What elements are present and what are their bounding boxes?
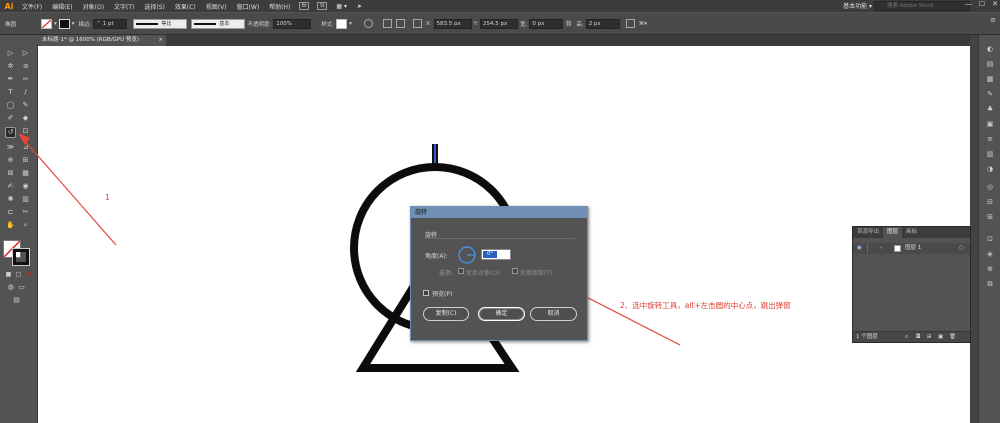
gradient-panel-icon[interactable]: ▥ (986, 150, 994, 158)
graphic-styles-icon[interactable]: ▣ (986, 120, 994, 128)
copy-button[interactable]: 复制(C) (423, 307, 469, 321)
align-panel-icon[interactable]: ⊟ (986, 198, 994, 206)
appearance-icon[interactable]: ◎ (986, 183, 994, 191)
target-icon[interactable]: ○ (959, 243, 964, 254)
symbols-icon[interactable]: ♣ (986, 105, 994, 113)
transform-objects-checkbox[interactable] (458, 268, 464, 274)
annotation-step-2: 2、选中旋转工具，alt+左击圆的中心点，跳出弹窗 (620, 301, 791, 310)
new-layer-icon[interactable]: ▣ (938, 332, 943, 343)
cancel-button[interactable]: 取消 (530, 307, 577, 321)
color-panel-icon[interactable]: ◐ (986, 45, 994, 53)
transparency-icon[interactable]: ◑ (986, 165, 994, 173)
preview-label: 预览(P) (432, 291, 453, 298)
ok-button[interactable]: 确定 (478, 307, 525, 321)
dialog-title[interactable]: 旋转 (411, 207, 587, 218)
panel-dock-divider (970, 35, 978, 423)
rotate-dialog: 旋转 旋转 角度(A): 0° 选项: 变换对象(O) 变换图案(T) 预览(P… (410, 206, 588, 341)
layers-panel-footer: 1 个图层 ⌕ ◘ ⊞ ▣ 🗑 (853, 331, 970, 342)
layer-color-bar (867, 244, 868, 253)
layers-panel: 资源导出 图层 画板 ◉ › 图层 1 ○ 1 个图层 ⌕ ◘ ⊞ ▣ 🗑 (852, 226, 971, 343)
annotation-step-1: 1 (105, 193, 110, 202)
guide-icon[interactable]: ▤ (986, 60, 994, 68)
right-panel-dock: ◐ ▤ ▦ ✎ ♣ ▣ ≡ ▥ ◑ ◎ ⊟ ⊞ ⊡ ◈ ⊕ ⧉ (978, 35, 1000, 423)
artboards-panel-icon[interactable]: ⊡ (986, 235, 994, 243)
angle-value: 0° (483, 251, 497, 258)
stroke-panel-icon[interactable]: ≡ (986, 135, 994, 143)
angle-input[interactable]: 0° (481, 249, 511, 260)
tab-artboards[interactable]: 画板 (902, 227, 921, 238)
swatches-icon[interactable]: ▦ (986, 75, 994, 83)
layer-row[interactable]: ◉ › 图层 1 ○ (853, 243, 970, 254)
transform-patterns-label: 变换图案(T) (520, 270, 553, 277)
brushes-icon[interactable]: ✎ (986, 90, 994, 98)
asset-export-icon[interactable]: ⧉ (986, 280, 994, 288)
angle-label: 角度(A): (425, 253, 448, 260)
links-icon[interactable]: ⊕ (986, 265, 994, 273)
layer-count: 1 个图层 (856, 334, 878, 340)
locate-object-icon[interactable]: ⌕ (905, 332, 908, 343)
layers-panel-icon[interactable]: ◈ (986, 250, 994, 258)
pathfinder-icon[interactable]: ⊞ (986, 213, 994, 221)
options-label: 选项: (439, 270, 454, 277)
tab-asset-export[interactable]: 资源导出 (853, 227, 883, 238)
layer-thumbnail (894, 245, 901, 252)
layer-name[interactable]: 图层 1 (905, 243, 921, 254)
angle-dial-icon[interactable] (457, 245, 477, 265)
transform-objects-label: 变换对象(O) (466, 270, 500, 277)
delete-layer-icon[interactable]: 🗑 (949, 332, 956, 343)
section-divider (425, 238, 575, 239)
preview-checkbox[interactable] (423, 290, 429, 296)
layers-panel-tabs: 资源导出 图层 画板 (853, 227, 970, 238)
expand-arrow-icon[interactable]: › (880, 243, 882, 254)
visibility-eye-icon[interactable]: ◉ (857, 243, 862, 254)
transform-patterns-checkbox[interactable] (512, 268, 518, 274)
clipping-mask-icon[interactable]: ◘ (916, 332, 920, 343)
tab-layers[interactable]: 图层 (883, 227, 903, 238)
new-sublayer-icon[interactable]: ⊞ (927, 332, 932, 343)
